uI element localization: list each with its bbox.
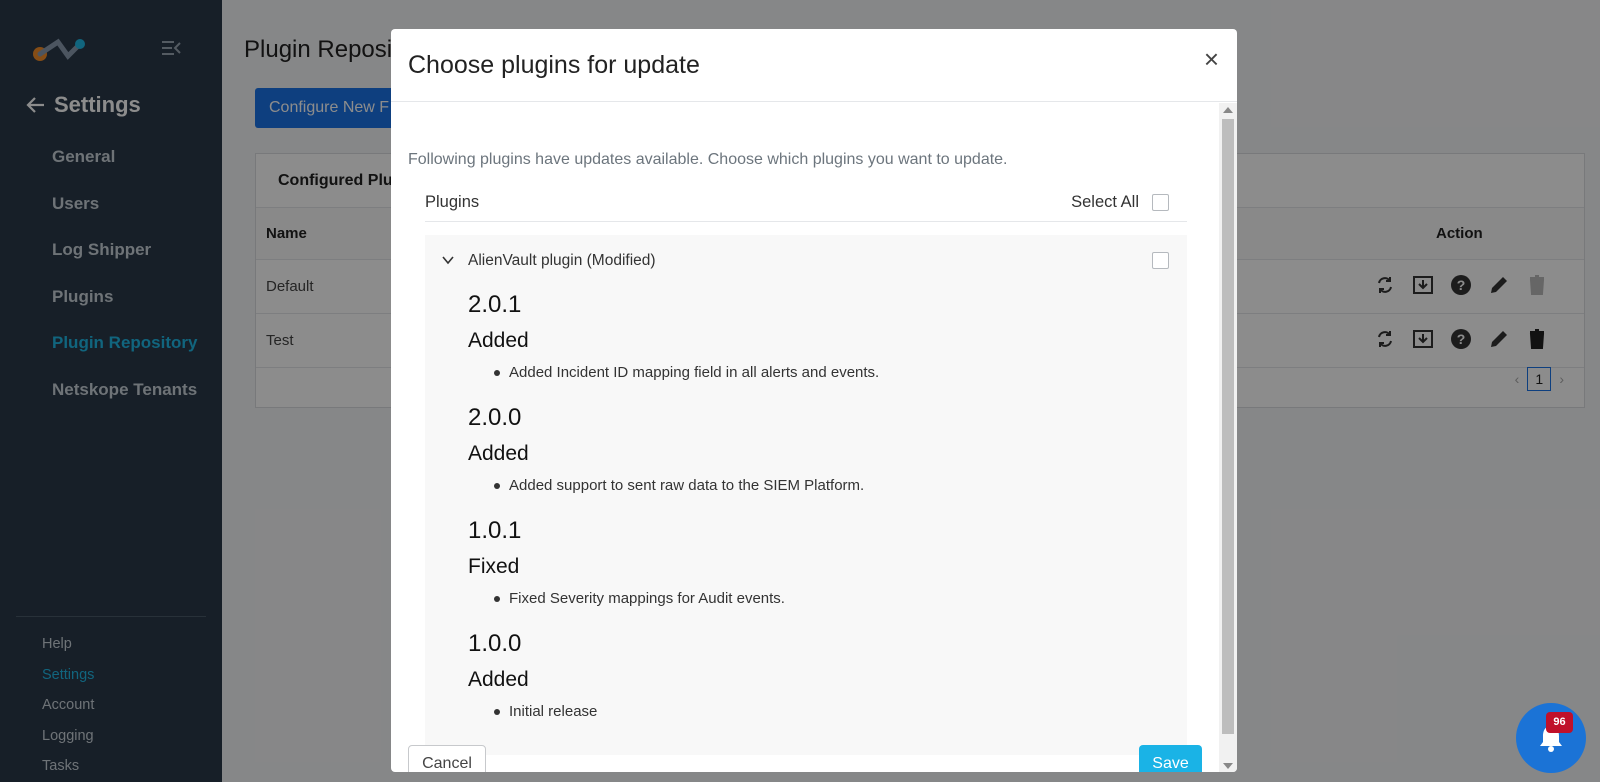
release-section: Added bbox=[468, 329, 529, 352]
release-version: 1.0.0 bbox=[468, 630, 522, 657]
cancel-button[interactable]: Cancel bbox=[408, 745, 486, 772]
modal-intro-text: Following plugins have updates available… bbox=[408, 151, 1008, 168]
changelog-release: 2.0.0 Added Added support to sent raw da… bbox=[468, 400, 879, 513]
plugin-checkbox[interactable] bbox=[1152, 252, 1169, 269]
release-entry: Initial release bbox=[468, 698, 879, 739]
select-all-label: Select All bbox=[1071, 193, 1139, 211]
changelog: 2.0.1 Added Added Incident ID mapping fi… bbox=[468, 287, 879, 739]
plugin-name: AlienVault plugin (Modified) bbox=[468, 252, 656, 269]
close-icon[interactable]: × bbox=[1204, 46, 1219, 72]
changelog-release: 1.0.0 Added Initial release bbox=[468, 626, 879, 739]
release-entry: Added support to sent raw data to the SI… bbox=[468, 472, 879, 513]
plugin-panel: AlienVault plugin (Modified) 2.0.1 Added… bbox=[425, 235, 1187, 755]
update-plugins-modal: Choose plugins for update × Following pl… bbox=[391, 29, 1237, 772]
scrollbar-thumb[interactable] bbox=[1222, 119, 1234, 734]
notification-count-badge: 96 bbox=[1546, 712, 1573, 733]
release-version: 2.0.1 bbox=[468, 291, 522, 318]
select-all-checkbox[interactable] bbox=[1152, 194, 1169, 211]
scroll-down-icon[interactable] bbox=[1223, 763, 1233, 769]
save-button[interactable]: Save bbox=[1139, 745, 1202, 772]
release-entry: Added Incident ID mapping field in all a… bbox=[468, 359, 879, 400]
changelog-release: 1.0.1 Fixed Fixed Severity mappings for … bbox=[468, 513, 879, 626]
plugins-label: Plugins bbox=[425, 193, 480, 211]
scroll-up-icon[interactable] bbox=[1223, 107, 1233, 113]
modal-scrollbar[interactable] bbox=[1219, 103, 1237, 772]
plugins-list-header: Plugins Select All bbox=[425, 187, 1187, 222]
release-section: Fixed bbox=[468, 555, 520, 578]
release-version: 2.0.0 bbox=[468, 404, 522, 431]
release-version: 1.0.1 bbox=[468, 517, 522, 544]
chevron-down-icon[interactable] bbox=[441, 253, 455, 267]
modal-header: Choose plugins for update × bbox=[391, 29, 1237, 102]
release-entry: Fixed Severity mappings for Audit events… bbox=[468, 585, 879, 626]
changelog-release: 2.0.1 Added Added Incident ID mapping fi… bbox=[468, 287, 879, 400]
modal-body: Following plugins have updates available… bbox=[391, 103, 1219, 772]
release-section: Added bbox=[468, 442, 529, 465]
modal-title: Choose plugins for update bbox=[408, 51, 700, 79]
release-section: Added bbox=[468, 668, 529, 691]
